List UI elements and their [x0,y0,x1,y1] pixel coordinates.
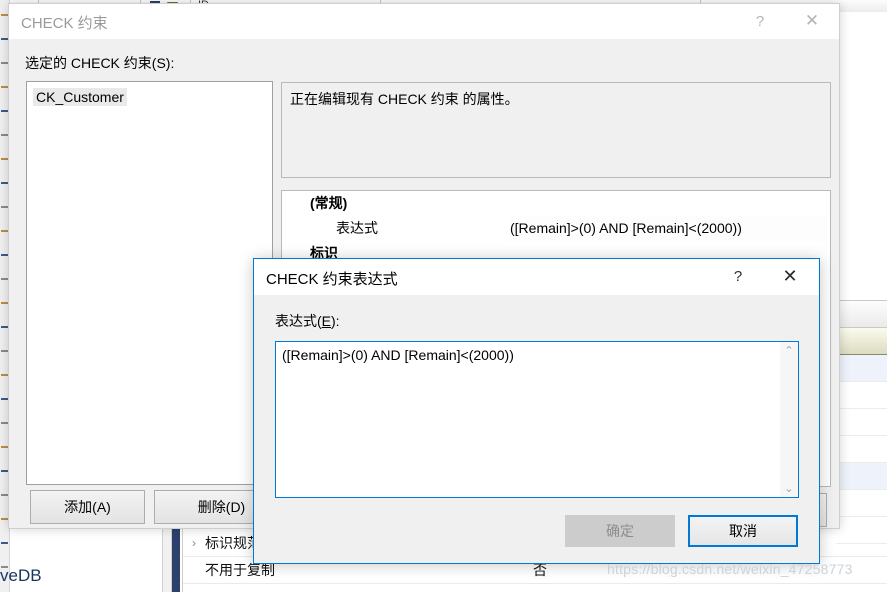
info-text: 正在编辑现有 CHECK 约束 的属性。 [290,89,519,109]
cancel-button[interactable]: 取消 [688,515,798,547]
constraints-listbox[interactable]: CK_Customer [26,81,273,485]
selected-constraints-label: 选定的 CHECK 约束(S): [25,53,174,73]
property-value[interactable]: ([Remain]>(0) AND [Remain]<(2000)) [510,216,828,241]
expression-label: 表达式(E): [275,311,340,331]
expression-label-accelerator: E [322,313,331,329]
info-panel: 正在编辑现有 CHECK 约束 的属性。 [281,82,831,178]
expression-label-prefix: 表达式( [275,313,322,329]
property-row-expression[interactable]: 表达式 ([Remain]>(0) AND [Remain]<(2000)) [282,216,830,241]
check-constraint-expression-dialog: CHECK 约束表达式 ? ✕ 表达式(E): ([Remain]>(0) AN… [253,258,820,564]
property-category-name: (常规) [308,191,347,216]
ok-button[interactable]: 确定 [565,515,675,547]
close-icon[interactable]: ✕ [767,259,813,294]
watermark-text: https://blog.csdn.net/weixin_47258773 [607,561,853,577]
expander-icon[interactable]: › [183,530,205,556]
inner-dialog-title: CHECK 约束表达式 [266,268,398,289]
add-button[interactable]: 添加(A) [30,490,145,524]
expression-scrollbar[interactable]: ⌃ ⌄ [779,342,798,497]
chevron-down-icon[interactable]: ⱟ [282,191,308,216]
close-icon[interactable]: ✕ [789,4,835,38]
scroll-down-icon[interactable]: ⌄ [780,480,798,497]
tree-node-label: veDB [0,566,42,586]
outer-dialog-title: CHECK 约束 [21,12,108,33]
expression-label-suffix: ): [331,313,340,329]
help-icon[interactable]: ? [737,4,783,38]
screen: ID › 标识规范 不用于复制 否 [0,0,887,592]
expression-textarea[interactable]: ([Remain]>(0) AND [Remain]<(2000)) ⌃ ⌄ [275,341,799,498]
outer-dialog-titlebar[interactable]: CHECK 约束 ? ✕ [9,4,839,40]
expression-text[interactable]: ([Remain]>(0) AND [Remain]<(2000)) [282,347,774,363]
inner-dialog-titlebar[interactable]: CHECK 约束表达式 ? ✕ [254,259,819,295]
property-category-row[interactable]: ⱟ (常规) [282,191,830,216]
help-icon[interactable]: ? [715,259,761,294]
results-grid[interactable] [836,300,887,584]
property-name: 表达式 [334,216,378,241]
scroll-up-icon[interactable]: ⌃ [780,342,798,359]
listbox-button-row: 添加(A) 删除(D) [26,490,271,524]
list-item[interactable]: CK_Customer [33,88,127,106]
